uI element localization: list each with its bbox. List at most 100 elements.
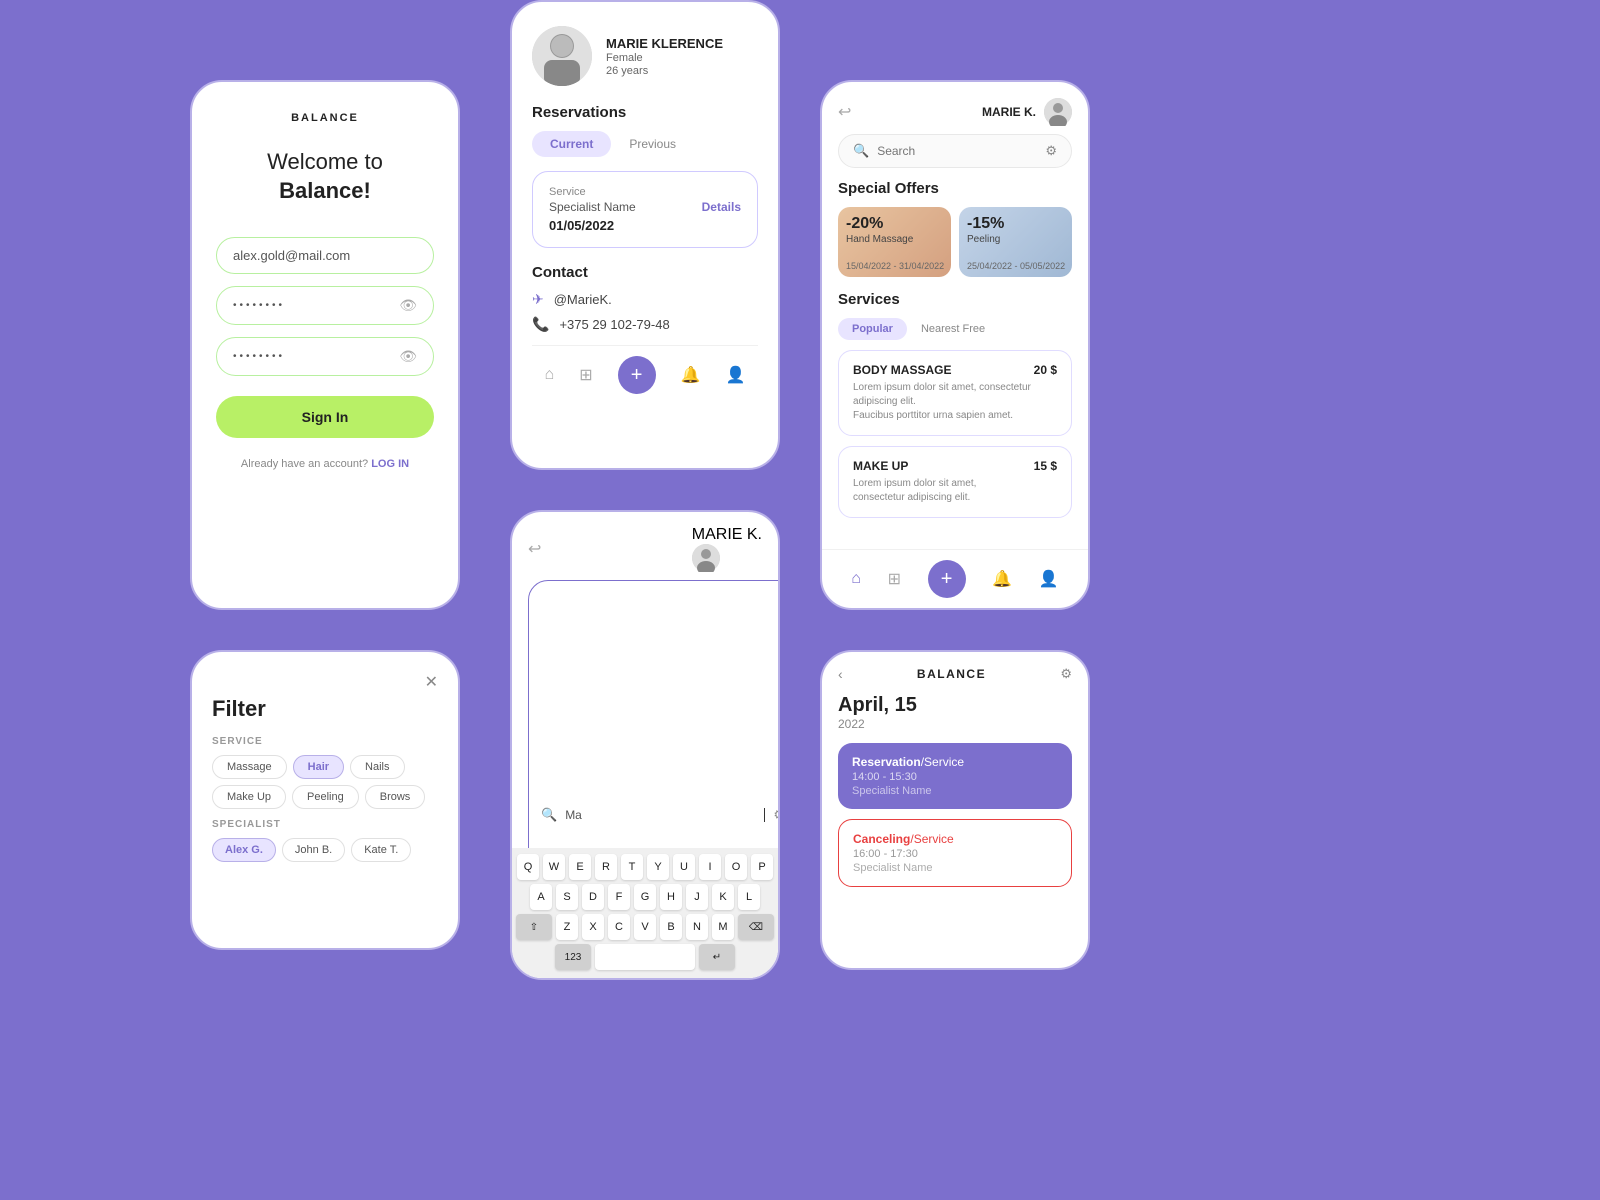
reservations-tabs: Current Previous: [532, 131, 758, 157]
key-j[interactable]: J: [686, 884, 708, 910]
fab-add-button-2[interactable]: +: [928, 560, 966, 598]
eye-icon-password[interactable]: 👁: [399, 297, 417, 314]
key-i[interactable]: I: [699, 854, 721, 880]
key-123[interactable]: 123: [555, 944, 591, 970]
key-shift[interactable]: ⇧: [516, 914, 552, 940]
profile-name: MARIE KLERENCE: [606, 36, 723, 51]
nav-home-icon[interactable]: ⌂: [545, 366, 555, 384]
filter-close: ✕: [212, 672, 438, 692]
key-y[interactable]: Y: [647, 854, 669, 880]
offers-row: -20% Hand Massage 15/04/2022 - 31/04/202…: [822, 207, 1088, 277]
key-k[interactable]: K: [712, 884, 734, 910]
nav-bell-icon[interactable]: 🔔: [681, 365, 701, 385]
chip-brows[interactable]: Brows: [365, 785, 426, 809]
key-b[interactable]: B: [660, 914, 682, 940]
key-t[interactable]: T: [621, 854, 643, 880]
chip-kate[interactable]: Kate T.: [351, 838, 411, 862]
key-space[interactable]: [595, 944, 695, 970]
chip-massage[interactable]: Massage: [212, 755, 287, 779]
nav-home-icon-2[interactable]: ⌂: [851, 570, 861, 588]
filter-icon-search[interactable]: ⚙: [773, 807, 780, 823]
search-bar[interactable]: 🔍 ⚙: [838, 134, 1072, 168]
chip-makeup[interactable]: Make Up: [212, 785, 286, 809]
search-user-avatar: [692, 544, 720, 572]
key-p[interactable]: P: [751, 854, 773, 880]
profile-header: MARIE KLERENCE Female 26 years: [532, 26, 758, 86]
chip-nails[interactable]: Nails: [350, 755, 404, 779]
nav-user-icon[interactable]: 👤: [726, 365, 746, 385]
specialist-filter-label: SPECIALIST: [212, 819, 438, 830]
password-field[interactable]: •••••••• 👁: [216, 286, 434, 325]
key-a[interactable]: A: [530, 884, 552, 910]
offer-hand-massage[interactable]: -20% Hand Massage 15/04/2022 - 31/04/202…: [838, 207, 951, 277]
nav-grid-icon-2[interactable]: ⊞: [888, 569, 901, 589]
contact-section: Contact ✈ @MarieK. 📞 +375 29 102-79-48: [532, 264, 758, 333]
key-r[interactable]: R: [595, 854, 617, 880]
back-icon[interactable]: ‹: [838, 666, 843, 682]
key-e[interactable]: E: [569, 854, 591, 880]
service-item-makeup[interactable]: MAKE UP 15 $ Lorem ipsum dolor sit amet,…: [838, 446, 1072, 518]
tab-popular[interactable]: Popular: [838, 318, 907, 340]
close-button[interactable]: ✕: [425, 672, 438, 692]
service-date: 01/05/2022: [549, 218, 741, 233]
logout-icon-search[interactable]: ↩: [528, 539, 541, 559]
balance-logo: BALANCE: [291, 112, 359, 124]
key-return[interactable]: ↵: [699, 944, 735, 970]
filter-icon[interactable]: ⚙: [1045, 143, 1057, 159]
schedule-filter-icon[interactable]: ⚙: [1060, 666, 1072, 682]
top-bar: ↩ MARIE K.: [822, 82, 1088, 134]
key-n[interactable]: N: [686, 914, 708, 940]
key-v[interactable]: V: [634, 914, 656, 940]
service-item-body-massage[interactable]: BODY MASSAGE 20 $ Lorem ipsum dolor sit …: [838, 350, 1072, 436]
search-icon: 🔍: [853, 143, 869, 159]
schedule-canceling[interactable]: Canceling/Service 16:00 - 17:30 Speciali…: [838, 819, 1072, 887]
confirm-password-field[interactable]: •••••••• 👁: [216, 337, 434, 376]
chip-hair[interactable]: Hair: [293, 755, 344, 779]
services-main-card: ↩ MARIE K. 🔍 ⚙ Special Offers -20% Hand …: [820, 80, 1090, 610]
offer-peeling[interactable]: -15% Peeling 25/04/2022 - 05/05/2022: [959, 207, 1072, 277]
signin-button[interactable]: Sign In: [216, 396, 434, 438]
key-z[interactable]: Z: [556, 914, 578, 940]
key-q[interactable]: Q: [517, 854, 539, 880]
key-m[interactable]: M: [712, 914, 734, 940]
key-c[interactable]: C: [608, 914, 630, 940]
tab-nearest-free[interactable]: Nearest Free: [907, 318, 999, 340]
search-input[interactable]: [877, 144, 1037, 158]
search-top-bar: ↩ MARIE K.: [512, 512, 778, 580]
contact-phone: 📞 +375 29 102-79-48: [532, 316, 758, 333]
key-backspace[interactable]: ⌫: [738, 914, 774, 940]
email-field[interactable]: alex.gold@mail.com: [216, 237, 434, 274]
details-button[interactable]: Details: [702, 200, 741, 214]
eye-icon-confirm[interactable]: 👁: [399, 348, 417, 365]
chip-john[interactable]: John B.: [282, 838, 345, 862]
chip-peeling[interactable]: Peeling: [292, 785, 359, 809]
service-row: Specialist Name Details: [549, 200, 741, 214]
key-x[interactable]: X: [582, 914, 604, 940]
key-l[interactable]: L: [738, 884, 760, 910]
key-s[interactable]: S: [556, 884, 578, 910]
nav-bell-icon-2[interactable]: 🔔: [992, 569, 1012, 589]
key-w[interactable]: W: [543, 854, 565, 880]
key-o[interactable]: O: [725, 854, 747, 880]
logout-icon[interactable]: ↩: [838, 102, 851, 122]
profile-gender: Female: [606, 52, 723, 64]
key-u[interactable]: U: [673, 854, 695, 880]
key-d[interactable]: D: [582, 884, 604, 910]
fab-add-button[interactable]: +: [618, 356, 656, 394]
keyboard: Q W E R T Y U I O P A S D F G H J K L ⇧ …: [512, 848, 778, 978]
key-g[interactable]: G: [634, 884, 656, 910]
tab-previous[interactable]: Previous: [611, 131, 694, 157]
nav-user-icon-2[interactable]: 👤: [1039, 569, 1059, 589]
avatar: [532, 26, 592, 86]
login-link[interactable]: LOG IN: [371, 458, 409, 470]
search-user-info: MARIE K.: [692, 526, 762, 572]
key-h[interactable]: H: [660, 884, 682, 910]
schedule-top-bar: ‹ BALANCE ⚙: [822, 652, 1088, 690]
search-active-icon: 🔍: [541, 807, 557, 823]
chip-alex[interactable]: Alex G.: [212, 838, 276, 862]
schedule-reservation[interactable]: Reservation/Service 14:00 - 15:30 Specia…: [838, 743, 1072, 809]
search-card: ↩ MARIE K. 🔍 Ma ⚙ Services Popular Neare…: [510, 510, 780, 980]
nav-grid-icon[interactable]: ⊞: [579, 365, 592, 385]
key-f[interactable]: F: [608, 884, 630, 910]
tab-current[interactable]: Current: [532, 131, 611, 157]
